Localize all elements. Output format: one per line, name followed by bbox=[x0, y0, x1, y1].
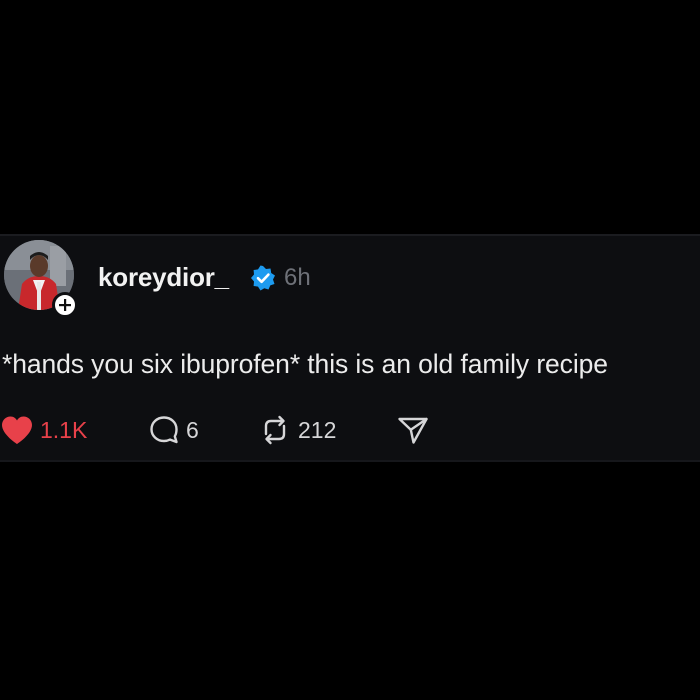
like-button[interactable]: 1.1K bbox=[0, 411, 87, 449]
plus-icon bbox=[59, 299, 71, 311]
post-card: koreydior_ 6h *hands you six ibuprofen* … bbox=[0, 234, 700, 462]
follow-button[interactable] bbox=[52, 292, 78, 318]
heart-icon bbox=[2, 416, 32, 444]
share-button[interactable] bbox=[396, 411, 430, 449]
avatar-container[interactable] bbox=[4, 240, 78, 318]
action-bar: 1.1K 6 212 bbox=[0, 411, 700, 449]
username[interactable]: koreydior_ bbox=[98, 262, 229, 292]
repost-icon bbox=[264, 415, 286, 445]
comment-icon bbox=[150, 416, 178, 444]
screen: koreydior_ 6h *hands you six ibuprofen* … bbox=[0, 0, 700, 700]
reply-button[interactable]: 6 bbox=[148, 411, 199, 449]
verified-badge-icon bbox=[250, 265, 276, 291]
post-timestamp: 6h bbox=[284, 264, 311, 291]
repost-button[interactable]: 212 bbox=[258, 411, 336, 449]
post-text: *hands you six ibuprofen* this is an old… bbox=[2, 349, 608, 379]
like-count: 1.1K bbox=[40, 417, 88, 443]
send-icon bbox=[398, 417, 428, 444]
reply-count: 6 bbox=[186, 417, 199, 443]
repost-count: 212 bbox=[298, 417, 337, 443]
